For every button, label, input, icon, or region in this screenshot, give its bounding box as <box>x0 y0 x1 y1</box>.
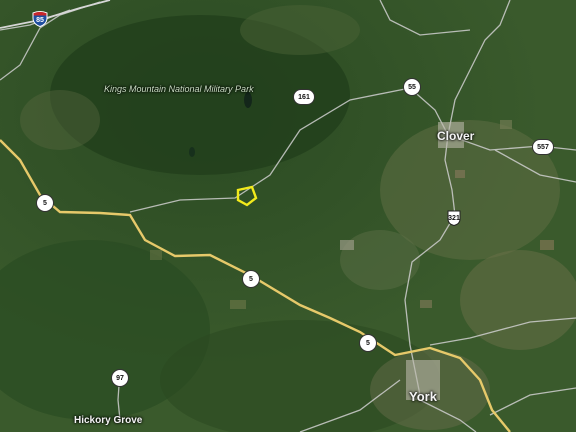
hickory-grove-label: Hickory Grove <box>74 415 143 426</box>
map-imagery <box>0 0 576 432</box>
route-557-shield: 557 <box>532 139 554 155</box>
route-97-shield: 97 <box>111 369 129 387</box>
us-321-number: 321 <box>448 214 460 222</box>
route-5-shield-middle: 5 <box>242 270 260 288</box>
route-5-shield-west: 5 <box>36 194 54 212</box>
route-5-shield-east: 5 <box>359 334 377 352</box>
route-161-shield: 161 <box>293 89 315 105</box>
interstate-85-number: 85 <box>36 17 44 24</box>
route-55-shield: 55 <box>403 78 421 96</box>
park-label: Kings Mountain National Military Park <box>104 84 254 94</box>
york-label: York <box>409 389 437 404</box>
interstate-85-shield-icon: 85 <box>32 10 48 27</box>
us-321-shield-icon: 321 <box>446 210 462 226</box>
clover-label: Clover <box>437 129 475 143</box>
satellite-map[interactable]: Kings Mountain National Military Park Cl… <box>0 0 576 432</box>
